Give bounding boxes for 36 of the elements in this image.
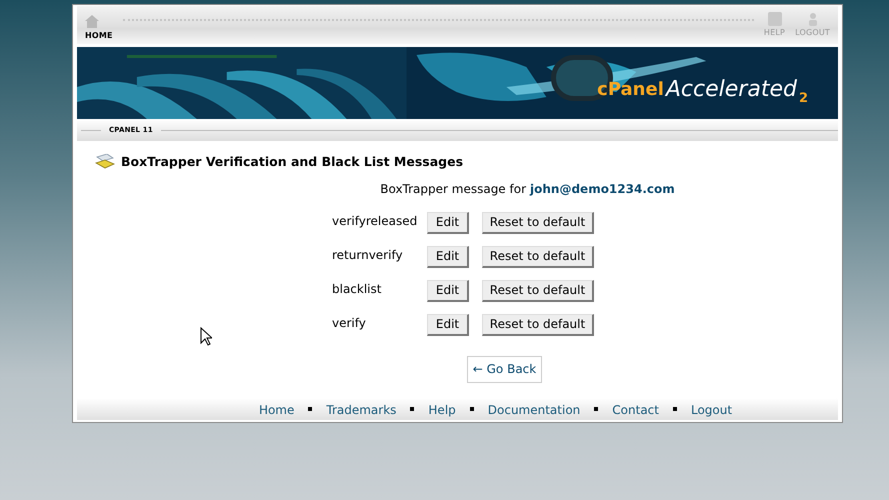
go-back-button[interactable]: ← Go Back (466, 356, 542, 383)
reset-button[interactable]: Reset to default (482, 246, 594, 268)
edit-button[interactable]: Edit (427, 212, 469, 234)
footer-link[interactable]: Contact (612, 401, 659, 419)
reset-button[interactable]: Reset to default (482, 314, 594, 336)
email-link[interactable]: john@demo1234.com (530, 180, 675, 198)
version-text: 2 (798, 92, 808, 105)
separator-icon (470, 407, 474, 411)
product-text: Accelerated (666, 79, 797, 101)
separator-icon (410, 407, 414, 411)
separator-icon (308, 407, 312, 411)
home-icon (85, 15, 99, 28)
home-link[interactable]: HOME (85, 32, 113, 40)
footer-link[interactable]: Home (258, 401, 294, 419)
mail-trap-icon (95, 154, 115, 170)
intro-text: BoxTrapper message for (380, 180, 526, 198)
help-icon (768, 12, 782, 26)
page-title: BoxTrapper Verification and Black List Messages (121, 153, 464, 171)
separator-icon (594, 407, 598, 411)
message-name: verifyreleased (332, 212, 418, 230)
message-name: blacklist (332, 280, 382, 298)
footer-link[interactable]: Documentation (488, 401, 580, 419)
message-name: returnverify (332, 246, 404, 264)
edit-button[interactable]: Edit (427, 280, 469, 302)
footer-link[interactable]: Logout (690, 401, 732, 419)
separator-icon (672, 407, 677, 411)
logo-text: cPanel (597, 81, 664, 99)
message-name: verify (332, 314, 367, 332)
footer-link[interactable]: Help (428, 401, 456, 419)
edit-button[interactable]: Edit (427, 314, 469, 336)
person-icon (808, 12, 818, 26)
reset-button[interactable]: Reset to default (482, 280, 594, 302)
footer-link[interactable]: Trademarks (326, 401, 396, 419)
cursor-icon (200, 327, 212, 346)
reset-button[interactable]: Reset to default (482, 212, 594, 234)
edit-button[interactable]: Edit (427, 246, 469, 268)
